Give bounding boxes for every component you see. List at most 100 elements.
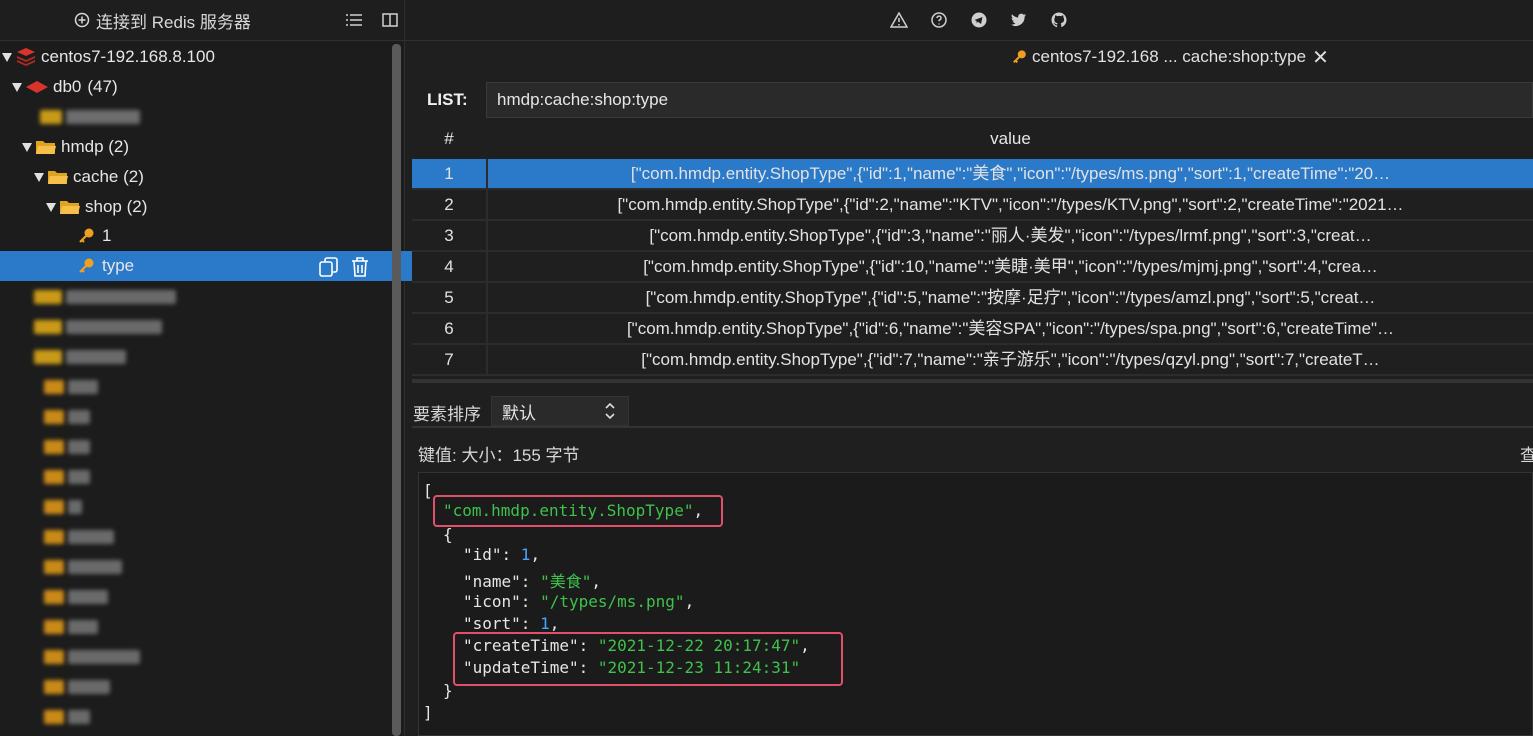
table-row[interactable]: 1 ["com.hmdp.entity.ShopType",{"id":1,"n… (412, 159, 1533, 190)
blurred-key-row[interactable] (40, 110, 140, 126)
blurred-key-row[interactable] (44, 590, 108, 606)
row-index: 7 (412, 345, 488, 374)
highlight-box-class (433, 495, 723, 527)
blurred-key-row[interactable] (44, 530, 114, 546)
json-key: "name" (463, 572, 521, 591)
folder-label: cache (2) (73, 167, 144, 186)
json-line-id: "id": 1, (463, 545, 541, 564)
blurred-key-row[interactable] (34, 350, 126, 366)
connect-server-button[interactable]: 连接到 Redis 服务器 (74, 8, 251, 32)
help-icon[interactable] (929, 10, 949, 30)
blurred-key-row[interactable] (44, 650, 140, 666)
value-editor[interactable]: [ "com.hmdp.entity.ShopType", { "id": 1,… (418, 472, 1533, 736)
sidebar: 连接到 Redis 服务器 centos7-192.168.8.100 db0 … (0, 0, 470, 736)
close-icon[interactable]: ✕ (1312, 45, 1329, 70)
github-icon[interactable] (1049, 10, 1069, 30)
key-name-value: hmdp:cache:shop:type (497, 90, 669, 109)
sidebar-scrollbar[interactable] (392, 44, 401, 736)
row-value: ["com.hmdp.entity.ShopType",{"id":5,"nam… (645, 288, 1376, 307)
folder-label: hmdp (2) (61, 137, 130, 156)
view-mode-label[interactable]: 查 (1520, 441, 1533, 466)
row-value: ["com.hmdp.entity.ShopType",{"id":2,"nam… (617, 195, 1404, 214)
twitter-icon[interactable] (1009, 10, 1029, 30)
blurred-key-row[interactable] (44, 560, 122, 576)
json-key: "sort" (463, 614, 521, 633)
json-line-name: "name": "美食", (463, 572, 601, 591)
expand-arrow-icon[interactable] (46, 202, 56, 212)
json-line-sort: "sort": 1, (463, 614, 560, 633)
blurred-key-row[interactable] (44, 410, 90, 426)
tree-folder-cache[interactable]: cache (2) (0, 162, 426, 192)
tree-db0[interactable]: db0 (47) (0, 72, 404, 102)
sort-select[interactable]: 默认 (491, 396, 629, 426)
row-value: ["com.hmdp.entity.ShopType",{"id":10,"na… (643, 257, 1378, 276)
expand-arrow-icon[interactable] (34, 172, 44, 182)
copy-icon[interactable] (318, 256, 340, 278)
sort-label: 要素排序 (413, 405, 481, 424)
divider (412, 426, 1533, 428)
top-toolbar (405, 0, 1533, 41)
tree-folder-shop[interactable]: shop (2) (0, 192, 438, 222)
blurred-key-row[interactable] (44, 380, 98, 396)
blurred-key-row[interactable] (44, 620, 98, 636)
json-close-brace: } (443, 681, 453, 700)
blurred-key-row[interactable] (44, 440, 90, 456)
key-name-input[interactable]: hmdp:cache:shop:type (486, 82, 1533, 118)
telegram-icon[interactable] (969, 10, 989, 30)
panel-toggle-icon[interactable] (380, 10, 400, 30)
json-open-brace: { (443, 525, 453, 544)
tab-title: centos7-192.168 ... cache:shop:type (1032, 47, 1307, 66)
blurred-key-row[interactable] (44, 680, 110, 696)
tree-server[interactable]: centos7-192.168.8.100 (0, 42, 394, 72)
sort-value: 默认 (502, 403, 536, 423)
warning-icon[interactable] (889, 10, 909, 30)
key-label: 1 (102, 226, 112, 245)
row-index: 5 (412, 283, 488, 312)
blurred-key-row[interactable] (44, 710, 90, 726)
expand-arrow-icon[interactable] (12, 82, 22, 92)
row-value: ["com.hmdp.entity.ShopType",{"id":6,"nam… (626, 319, 1395, 338)
database-icon (26, 81, 48, 93)
table-row[interactable]: 2 ["com.hmdp.entity.ShopType",{"id":2,"n… (412, 190, 1533, 221)
blurred-key-row[interactable] (34, 320, 162, 336)
plus-circle-icon (74, 12, 90, 28)
db-count: (47) (87, 77, 118, 96)
json-number: 1 (540, 614, 550, 633)
key-type-label: LIST: (427, 90, 468, 109)
value-size-info: 键值: 大小：155 字节 (418, 446, 580, 465)
connect-server-label: 连接到 Redis 服务器 (96, 12, 251, 32)
table-row[interactable]: 3 ["com.hmdp.entity.ShopType",{"id":3,"n… (412, 221, 1533, 252)
table-row[interactable]: 7 ["com.hmdp.entity.ShopType",{"id":7,"n… (412, 345, 1533, 376)
table-row[interactable]: 4 ["com.hmdp.entity.ShopType",{"id":10,"… (412, 252, 1533, 283)
key-icon (79, 258, 94, 273)
json-number: 1 (520, 545, 531, 564)
column-header-index[interactable]: # (412, 124, 486, 154)
list-view-icon[interactable] (344, 10, 364, 30)
blurred-key-row[interactable] (34, 290, 176, 306)
expand-arrow-icon[interactable] (22, 142, 32, 152)
db-name: db0 (53, 77, 82, 96)
table-scrollbar[interactable] (412, 379, 1533, 383)
column-header-value[interactable]: value (488, 124, 1533, 154)
expand-arrow-icon[interactable] (2, 52, 12, 62)
folder-open-icon (36, 141, 56, 154)
row-index: 2 (412, 190, 488, 219)
row-value: ["com.hmdp.entity.ShopType",{"id":7,"nam… (641, 350, 1380, 369)
row-index: 6 (412, 314, 488, 343)
delete-icon[interactable] (350, 256, 370, 278)
tree-folder-hmdp[interactable]: hmdp (2) (0, 132, 414, 162)
json-close-bracket: ] (423, 703, 433, 722)
json-key: "id" (463, 545, 502, 564)
server-name: centos7-192.168.8.100 (41, 47, 215, 66)
blurred-key-row[interactable] (44, 500, 82, 516)
row-index: 1 (412, 159, 488, 188)
key-label: type (102, 256, 135, 275)
table-row[interactable]: 5 ["com.hmdp.entity.ShopType",{"id":5,"n… (412, 283, 1533, 314)
tab-key-type[interactable]: centos7-192.168 ... cache:shop:type ✕ (1012, 44, 1329, 70)
json-string: "美食" (540, 572, 592, 591)
table-row[interactable]: 6 ["com.hmdp.entity.ShopType",{"id":6,"n… (412, 314, 1533, 345)
folder-label: shop (2) (85, 197, 148, 216)
json-string: "/types/ms.png" (540, 592, 685, 611)
json-key: "icon" (463, 592, 521, 611)
blurred-key-row[interactable] (44, 470, 90, 486)
